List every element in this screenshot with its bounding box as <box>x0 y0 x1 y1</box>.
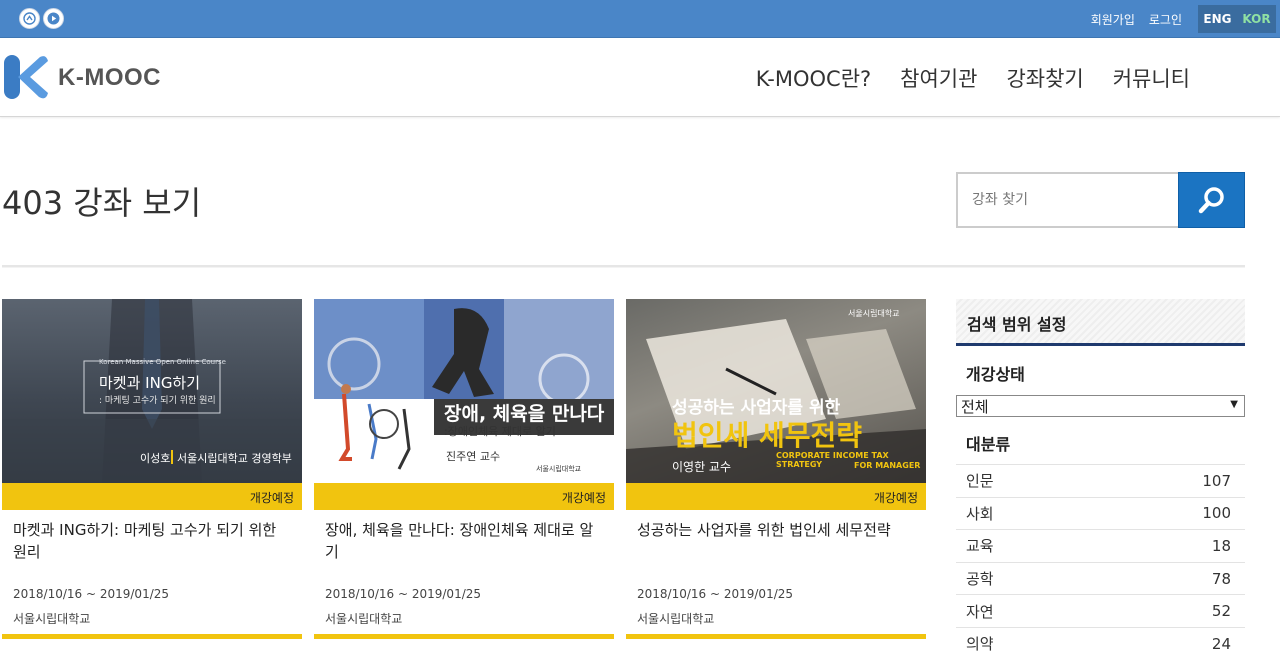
status-select-value: 전체 <box>961 398 989 416</box>
login-link[interactable]: 로그인 <box>1149 11 1182 28</box>
thumb-professor: 이영한 교수 <box>672 460 732 474</box>
kmooc-logo-icon <box>4 55 48 99</box>
course-thumbnail: 서울시립대학교 성공하는 사업자를 위한 법인세 세무전략 이영한 교수 COR… <box>626 299 926 483</box>
filter-header: 검색 범위 설정 <box>956 299 1245 346</box>
category-name: 자연 <box>966 602 994 621</box>
top-bar: 회원가입 로그인 ENG KOR <box>0 0 1280 38</box>
nav-courses[interactable]: 강좌찾기 <box>1006 63 1083 93</box>
category-name: 사회 <box>966 504 994 523</box>
divider <box>2 265 1245 268</box>
course-card[interactable]: 서울시립대학교 성공하는 사업자를 위한 법인세 세무전략 이영한 교수 COR… <box>626 299 926 639</box>
course-dates: 2018/10/16 ~ 2019/01/25 <box>13 587 170 601</box>
category-item[interactable]: 공학 78 <box>956 561 1245 595</box>
course-institution: 서울시립대학교 <box>637 612 715 626</box>
lang-kor[interactable]: KOR <box>1242 12 1270 26</box>
thumb-professor: 이성호 <box>140 452 171 465</box>
thumb-department: 서울시립대학교 경영학부 <box>177 452 292 465</box>
status-badge: 개강예정 <box>873 491 918 505</box>
category-count: 18 <box>1211 536 1231 555</box>
course-thumbnail: 장애, 체육을 만나다 :장애인체육 제대로 알기 진주연 교수 서울시립대학교 <box>314 299 614 483</box>
category-count: 100 <box>1202 504 1231 523</box>
status-badge: 개강예정 <box>561 491 606 505</box>
course-card[interactable]: Korean Massive Open Online Course 마켓과 IN… <box>2 299 302 639</box>
thumb-caption: Korean Massive Open Online Course <box>99 358 226 366</box>
lang-eng[interactable]: ENG <box>1203 12 1231 26</box>
category-item[interactable]: 의약 24 <box>956 626 1245 660</box>
category-name: 의약 <box>966 635 994 654</box>
thumb-title: 법인세 세무전략 <box>672 419 863 452</box>
filter-heading: 검색 범위 설정 <box>967 315 1067 334</box>
course-card[interactable]: 장애, 체육을 만나다 :장애인체육 제대로 알기 진주연 교수 서울시립대학교… <box>314 299 614 639</box>
thumb-subtitle: :장애인체육 제대로 알기 <box>444 425 556 438</box>
thumb-title: 마켓과 ING하기 <box>99 374 201 392</box>
thumb-university-logo: 서울시립대학교 <box>536 465 582 473</box>
status-bar: 개강예정 <box>314 483 614 510</box>
play-icon[interactable] <box>43 8 64 29</box>
course-institution: 서울시립대학교 <box>325 612 403 626</box>
language-switch: ENG KOR <box>1198 5 1276 33</box>
status-badge: 개강예정 <box>249 491 294 505</box>
site-header: K-MOOC K-MOOC란? 참여기관 강좌찾기 커뮤니티 <box>0 38 1280 117</box>
status-bar: 개강예정 <box>2 483 302 510</box>
course-thumbnail: Korean Massive Open Online Course 마켓과 IN… <box>2 299 302 483</box>
category-count: 24 <box>1211 634 1231 653</box>
course-title[interactable]: 장애, 체육을 만나다: 장애인체육 제대로 알기 <box>325 519 605 563</box>
top-links: 회원가입 로그인 <box>1091 0 1182 38</box>
thumb-title: 장애, 체육을 만나다 <box>444 403 605 425</box>
caret-down-icon: ▼ <box>1230 399 1238 410</box>
nav-institutions[interactable]: 참여기관 <box>900 63 977 93</box>
category-item[interactable]: 교육 18 <box>956 529 1245 562</box>
course-search-input[interactable] <box>956 172 1178 228</box>
category-list: 인문 107 사회 100 교육 18 공학 78 자연 52 의약 24 <box>956 464 1245 660</box>
nav-community[interactable]: 커뮤니티 <box>1113 63 1190 93</box>
thumb-university-logo: 서울시립대학교 <box>848 309 900 318</box>
category-item[interactable]: 인문 107 <box>956 464 1245 497</box>
course-title[interactable]: 성공하는 사업자를 위한 법인세 세무전략 <box>637 519 917 541</box>
course-dates: 2018/10/16 ~ 2019/01/25 <box>325 587 482 601</box>
page-title: 403 강좌 보기 <box>2 184 202 222</box>
category-name: 교육 <box>966 537 994 556</box>
category-item[interactable]: 자연 52 <box>956 594 1245 627</box>
accessibility-icon[interactable] <box>19 8 40 29</box>
thumb-subtitle: : 마케팅 고수가 되기 위한 원리 <box>99 396 216 406</box>
status-filter-label: 개강상태 <box>966 365 1025 384</box>
course-title[interactable]: 마켓과 ING하기: 마케팅 고수가 되기 위한 원리 <box>13 519 293 563</box>
course-dates: 2018/10/16 ~ 2019/01/25 <box>637 587 794 601</box>
category-count: 78 <box>1211 569 1231 588</box>
status-select[interactable]: 전체 ▼ <box>956 395 1245 417</box>
search-button[interactable] <box>1178 172 1245 228</box>
category-name: 인문 <box>966 472 994 491</box>
main-nav: K-MOOC란? 참여기관 강좌찾기 커뮤니티 <box>756 38 1190 117</box>
category-filter-label: 대분류 <box>966 435 1011 454</box>
thumb-english-subtitle: FOR MANAGER <box>854 461 921 470</box>
category-item[interactable]: 사회 100 <box>956 496 1245 530</box>
thumb-professor: 진주연 교수 <box>446 450 501 463</box>
course-institution: 서울시립대학교 <box>13 612 91 626</box>
nav-about[interactable]: K-MOOC란? <box>756 63 871 93</box>
logo-text: K-MOOC <box>58 64 161 91</box>
category-count: 52 <box>1211 602 1231 621</box>
category-name: 공학 <box>966 570 994 589</box>
signup-link[interactable]: 회원가입 <box>1091 11 1135 28</box>
status-bar: 개강예정 <box>626 483 926 510</box>
site-logo[interactable]: K-MOOC <box>4 55 161 101</box>
category-count: 107 <box>1202 471 1231 490</box>
search-icon <box>1198 187 1224 214</box>
